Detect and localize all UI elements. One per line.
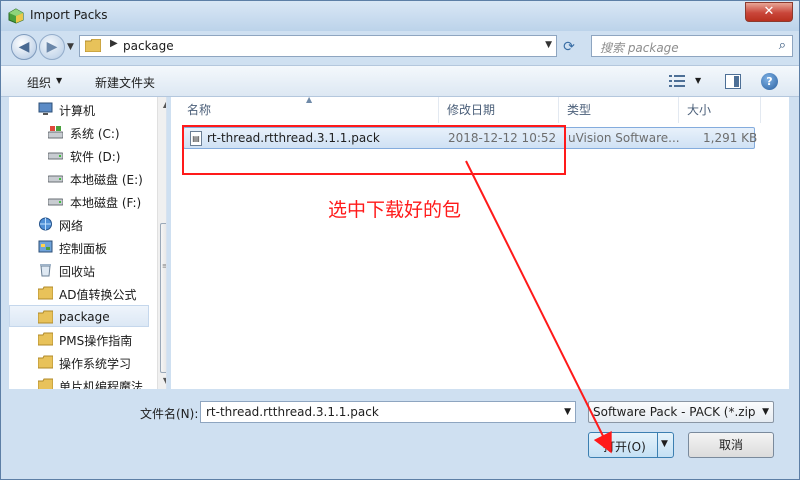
filetype-select[interactable]: Software Pack - PACK (*.zip;* ▼	[588, 401, 774, 423]
scrollbar-grip-icon: ≡	[162, 263, 166, 270]
drive-icon	[48, 198, 63, 206]
navigation-bar: ◀ ▶ ▼ ▶ package ▼ ⟳ 搜索 package ⌕	[1, 31, 799, 63]
recycle-bin-icon	[40, 264, 51, 277]
open-button-label[interactable]: 打开(O)	[603, 438, 646, 455]
drive-icon	[48, 175, 63, 183]
open-dropdown-icon[interactable]: ▼	[661, 439, 668, 449]
sidebar-item-label: PMS操作指南	[59, 334, 133, 348]
organize-dropdown-icon[interactable]: ▼	[56, 76, 62, 85]
sidebar-scrollbar[interactable]: ▲ ≡ ▼	[157, 97, 166, 389]
history-dropdown-icon[interactable]: ▼	[67, 42, 74, 52]
app-icon	[8, 8, 24, 24]
sidebar-item-recycle-bin[interactable]: 回收站	[9, 259, 149, 281]
sidebar-item-folder[interactable]: 操作系统学习	[9, 351, 149, 373]
folder-icon	[38, 355, 53, 369]
file-size: 1,291 KB	[703, 131, 758, 145]
forward-button[interactable]: ▶	[39, 34, 65, 60]
window-title: Import Packs	[30, 8, 108, 22]
organize-button[interactable]: 组织	[27, 74, 51, 91]
folder-icon	[85, 39, 101, 52]
control-panel-icon	[38, 240, 53, 253]
sidebar-item-label: 软件 (D:)	[70, 150, 121, 164]
column-header-size[interactable]: 大小	[681, 97, 761, 123]
sidebar-item-drive-f[interactable]: 本地磁盘 (F:)	[9, 190, 149, 212]
sidebar-item-computer[interactable]: 计算机	[9, 98, 149, 120]
column-header-type[interactable]: 类型	[561, 97, 679, 123]
sidebar-item-label: 本地磁盘 (F:)	[70, 196, 142, 210]
sidebar-item-label: 计算机	[59, 104, 96, 118]
cancel-button[interactable]: 取消	[688, 432, 774, 458]
network-icon	[39, 217, 52, 231]
refresh-icon[interactable]: ⟳	[561, 39, 577, 55]
scroll-down-icon[interactable]: ▼	[158, 373, 166, 389]
preview-pane-icon[interactable]	[725, 74, 741, 89]
filename-value[interactable]: rt-thread.rtthread.3.1.1.pack	[206, 405, 379, 419]
split-divider	[657, 433, 658, 457]
sidebar-item-label: package	[59, 310, 110, 324]
folder-icon	[38, 286, 53, 300]
sidebar-item-drive-d[interactable]: 软件 (D:)	[9, 144, 149, 166]
file-type: uVision Software...	[568, 131, 680, 145]
dialog-footer: 文件名(N): rt-thread.rtthread.3.1.1.pack ▼ …	[1, 391, 799, 479]
annotation-highlight-box	[182, 125, 566, 175]
scrollbar-thumb[interactable]	[160, 223, 166, 373]
navigation-pane: 计算机 系统 (C:) 软件 (D:) 本地磁盘 (E:) 本地磁盘 (F:) …	[9, 97, 167, 389]
scroll-up-icon[interactable]: ▲	[158, 97, 166, 113]
view-dropdown-icon[interactable]: ▼	[695, 76, 701, 85]
sidebar-item-label: 网络	[59, 219, 84, 233]
folder-icon	[38, 332, 53, 346]
open-button[interactable]: 打开(O) ▼	[588, 432, 674, 458]
sidebar-item-label: 操作系统学习	[59, 357, 132, 371]
sidebar-item-folder[interactable]: AD值转换公式	[9, 282, 149, 304]
sidebar-item-label: 系统 (C:)	[70, 127, 120, 141]
drive-icon	[48, 152, 63, 160]
command-toolbar: 组织 ▼ 新建文件夹 ▼ ?	[1, 65, 799, 97]
folder-icon	[38, 310, 53, 324]
sidebar-item-label: AD值转换公式	[59, 288, 137, 302]
filetype-value[interactable]: Software Pack - PACK (*.zip;*	[593, 405, 755, 419]
search-box[interactable]: 搜索 package ⌕	[591, 35, 793, 57]
sidebar-item-drive-c[interactable]: 系统 (C:)	[9, 121, 149, 143]
address-bar[interactable]: ▶ package ▼	[79, 35, 557, 57]
address-path[interactable]: package	[123, 39, 174, 53]
filename-label: 文件名(N):	[140, 407, 199, 421]
sidebar-item-network[interactable]: 网络	[9, 213, 149, 235]
computer-icon	[38, 102, 53, 115]
sidebar-item-label: 回收站	[59, 265, 96, 279]
new-folder-button[interactable]: 新建文件夹	[95, 74, 155, 91]
annotation-text: 选中下载好的包	[328, 199, 462, 221]
title-bar: Import Packs ✕	[1, 1, 799, 31]
sidebar-item-drive-e[interactable]: 本地磁盘 (E:)	[9, 167, 149, 189]
sidebar-item-label: 单片机编程魔法	[59, 380, 144, 389]
filetype-dropdown-icon[interactable]: ▼	[762, 407, 769, 417]
back-button[interactable]: ◀	[11, 34, 37, 60]
help-icon[interactable]: ?	[761, 73, 778, 90]
filename-input[interactable]: rt-thread.rtthread.3.1.1.pack ▼	[200, 401, 576, 423]
close-button[interactable]: ✕	[745, 2, 793, 22]
sidebar-item-label: 控制面板	[59, 242, 108, 256]
column-header-modified[interactable]: 修改日期	[441, 97, 559, 123]
filename-dropdown-icon[interactable]: ▼	[564, 407, 571, 417]
view-options-icon[interactable]	[669, 74, 685, 88]
sidebar-item-folder[interactable]: PMS操作指南	[9, 328, 149, 350]
folder-icon	[38, 378, 53, 389]
breadcrumb-separator-icon[interactable]: ▶	[110, 38, 118, 49]
column-header-name[interactable]: 名称	[181, 97, 439, 123]
sidebar-item-package[interactable]: package	[9, 305, 149, 327]
search-icon[interactable]: ⌕	[779, 38, 786, 53]
search-placeholder[interactable]: 搜索 package	[600, 39, 679, 56]
sidebar-item-control-panel[interactable]: 控制面板	[9, 236, 149, 258]
import-packs-dialog: Import Packs ✕ ◀ ▶ ▼ ▶ package ▼ ⟳ 搜索 pa…	[0, 0, 800, 480]
sidebar-item-folder[interactable]: 单片机编程魔法	[9, 374, 149, 389]
sidebar-item-label: 本地磁盘 (E:)	[70, 173, 143, 187]
system-drive-icon	[48, 126, 63, 139]
address-dropdown-icon[interactable]: ▼	[545, 40, 552, 50]
